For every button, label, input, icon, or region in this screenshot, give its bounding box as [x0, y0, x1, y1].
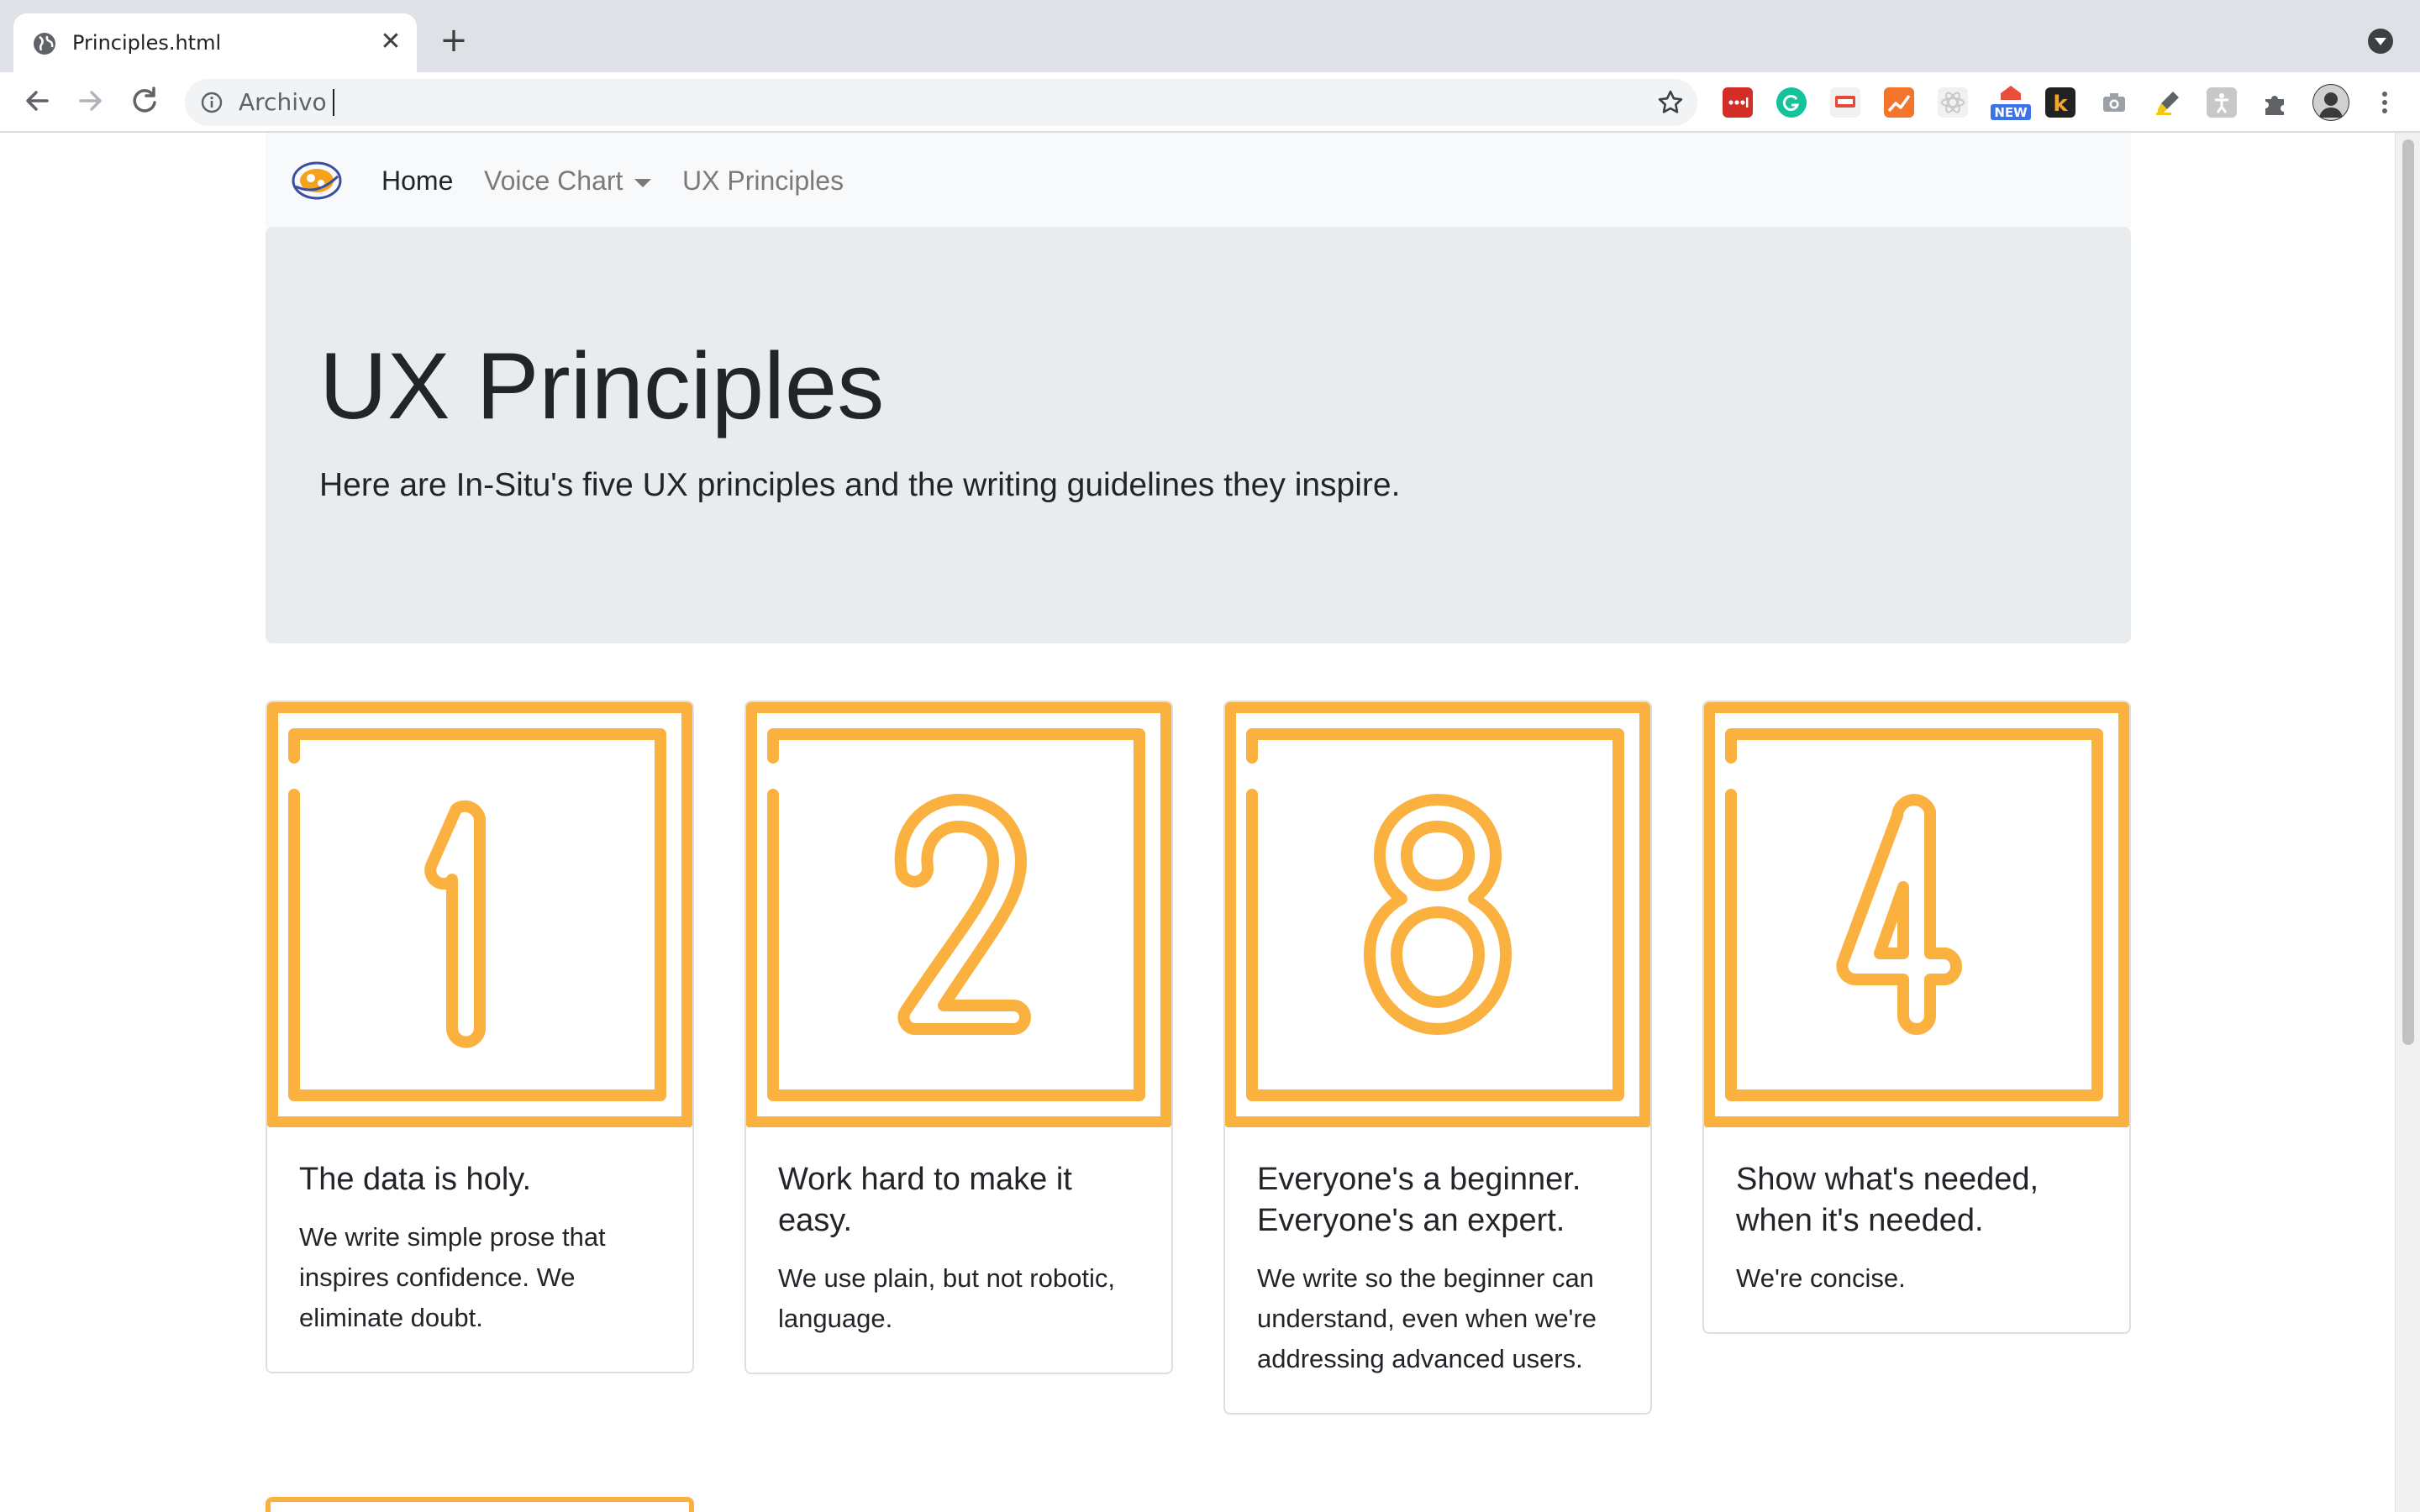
- svg-text:NEW: NEW: [1994, 105, 2028, 120]
- pdf-icon[interactable]: [1830, 87, 1860, 118]
- reload-icon[interactable]: [124, 81, 165, 121]
- profile-avatar[interactable]: [2312, 84, 2349, 121]
- principle-card-2: Work hard to make it easy. We use plain,…: [744, 701, 1173, 1374]
- chevron-down-icon: [634, 178, 652, 187]
- principle-card-3: Everyone's a beginner. Everyone's an exp…: [1223, 701, 1652, 1415]
- react-devtools-icon[interactable]: [1938, 87, 1968, 118]
- browser-menu-icon[interactable]: [2370, 87, 2400, 118]
- accessibility-icon[interactable]: [2207, 87, 2237, 118]
- card-text: We write simple prose that inspires conf…: [299, 1222, 606, 1332]
- card-title: Work hard to make it easy.: [778, 1162, 1072, 1238]
- number-2-icon: [746, 702, 1171, 1127]
- close-tab-icon[interactable]: ✕: [376, 28, 405, 56]
- lastpass-icon[interactable]: [1723, 87, 1753, 118]
- site-navbar: Home Voice Chart UX Principles: [266, 133, 2131, 227]
- hero-lead: Here are In-Situ's five UX principles an…: [319, 467, 1401, 503]
- browser-tab[interactable]: Principles.html ✕: [13, 13, 417, 72]
- globe-icon: [34, 33, 55, 55]
- card-text: We write so the beginner can understand,…: [1257, 1263, 1597, 1373]
- principle-card-4: Show what's needed, when it's needed. We…: [1702, 701, 2131, 1334]
- highlighter-icon[interactable]: [2153, 87, 2183, 118]
- info-icon[interactable]: [200, 91, 224, 114]
- grammarly-icon[interactable]: [1776, 87, 1807, 118]
- svg-text:k: k: [2053, 92, 2068, 117]
- principle-card-5-partial: [266, 1497, 694, 1512]
- extensions-puzzle-icon[interactable]: [2260, 87, 2291, 118]
- card-title: Show what's needed, when it's needed.: [1736, 1162, 2039, 1238]
- camera-icon[interactable]: [2099, 87, 2129, 118]
- address-bar[interactable]: Archivo: [185, 79, 1697, 126]
- text-caret: [333, 89, 334, 116]
- browser-toolbar: Archivo NEW k: [0, 72, 2420, 133]
- forward-icon[interactable]: [71, 81, 111, 121]
- nav-voice-chart[interactable]: Voice Chart: [484, 160, 652, 202]
- tab-search-icon[interactable]: [2368, 29, 2393, 54]
- page-title: UX Principles: [319, 333, 885, 438]
- card-text: We're concise.: [1736, 1263, 1906, 1293]
- nav-home[interactable]: Home: [381, 160, 453, 202]
- browser-tabstrip: Principles.html ✕ +: [0, 0, 2420, 72]
- nav-ux-principles[interactable]: UX Principles: [682, 160, 844, 202]
- tab-title: Principles.html: [72, 31, 222, 55]
- new-badge-extension-icon[interactable]: NEW: [1990, 84, 2032, 121]
- page-viewport: Home Voice Chart UX Principles UX Princi…: [0, 133, 2395, 1512]
- scrollbar-thumb[interactable]: [2402, 139, 2414, 1045]
- new-tab-icon[interactable]: +: [437, 24, 471, 57]
- brand-logo[interactable]: [291, 158, 343, 203]
- card-title: Everyone's a beginner. Everyone's an exp…: [1257, 1162, 1581, 1238]
- nav-voice-chart-label: Voice Chart: [484, 165, 623, 196]
- page-scrollbar[interactable]: [2395, 133, 2420, 1512]
- number-1-icon: 1: [267, 702, 692, 1127]
- bookmark-star-icon[interactable]: [1657, 89, 1684, 116]
- k-extension-icon[interactable]: k: [2045, 87, 2075, 118]
- principle-card-1: 1 The data is holy. We write simple pros…: [266, 701, 694, 1373]
- card-title: The data is holy.: [299, 1162, 532, 1197]
- card-text: We use plain, but not robotic, language.: [778, 1263, 1115, 1333]
- back-icon[interactable]: [17, 81, 57, 121]
- number-3-icon: [1225, 702, 1650, 1127]
- address-text: Archivo: [239, 88, 327, 116]
- number-4-icon: [1704, 702, 2129, 1127]
- hero-jumbotron: UX Principles Here are In-Situ's five UX…: [266, 227, 2131, 643]
- analytics-icon[interactable]: [1884, 87, 1914, 118]
